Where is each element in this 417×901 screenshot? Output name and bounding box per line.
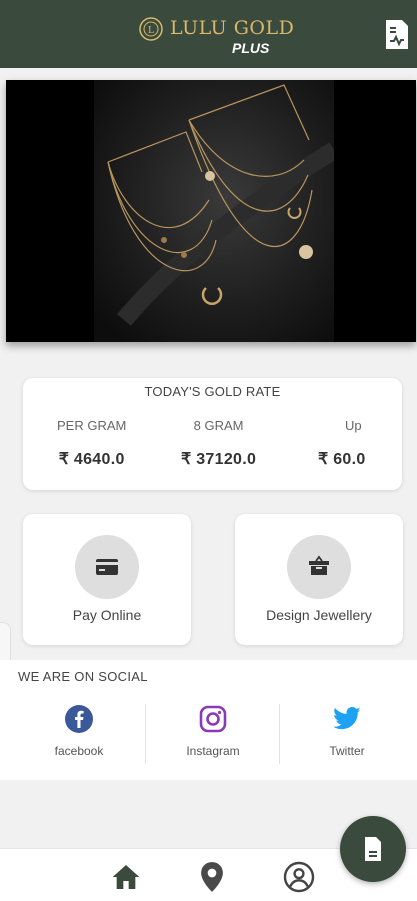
rate-per-gram: PER GRAM ₹ 4640.0 (57, 418, 126, 469)
instagram-icon (199, 705, 227, 733)
instagram-label: Instagram (186, 744, 240, 758)
location-icon[interactable] (198, 861, 226, 893)
document-icon[interactable] (384, 19, 410, 51)
brand-suffix: PLUS (232, 40, 270, 56)
rate-value: ₹ 4640.0 (58, 451, 125, 468)
box-icon (309, 555, 329, 575)
promo-banner[interactable] (6, 80, 416, 342)
svg-text:L: L (148, 26, 154, 36)
rate-value: ₹ 60.0 (318, 451, 366, 468)
brand-logo: L LULU GOLD PLUS (138, 14, 298, 60)
rate-label: Up (344, 418, 362, 433)
rate-change: Up ₹ 60.0 (318, 418, 366, 469)
necklace-photo (94, 80, 334, 342)
design-jewellery-label: Design Jewellery (266, 607, 372, 623)
gold-rate-card: TODAY'S GOLD RATE PER GRAM ₹ 4640.0 8 GR… (23, 378, 402, 490)
design-jewellery-icon-circle (287, 535, 351, 599)
logo-emblem-icon: L (139, 17, 163, 41)
rate-label: PER GRAM (57, 418, 127, 433)
design-jewellery-button[interactable]: Design Jewellery (235, 514, 403, 645)
home-icon[interactable] (110, 861, 142, 893)
rate-label: 8 GRAM (193, 418, 244, 433)
twitter-icon (333, 707, 361, 730)
social-section: WE ARE ON SOCIAL facebook Instagram Twit… (0, 660, 417, 780)
pay-online-button[interactable]: Pay Online (23, 514, 191, 645)
rate-8-gram: 8 GRAM ₹ 37120.0 (181, 418, 256, 469)
rate-value: ₹ 37120.0 (181, 451, 257, 468)
pay-online-label: Pay Online (72, 607, 142, 623)
facebook-icon (65, 705, 93, 733)
facebook-link[interactable]: facebook (12, 704, 146, 770)
pay-online-icon-circle (75, 535, 139, 599)
instagram-link[interactable]: Instagram (146, 704, 280, 770)
twitter-link[interactable]: Twitter (280, 704, 414, 770)
profile-icon[interactable] (283, 861, 315, 893)
app-header: L LULU GOLD PLUS (0, 0, 417, 68)
social-title: WE ARE ON SOCIAL (18, 669, 148, 684)
facebook-label: facebook (54, 744, 104, 758)
gold-rate-title: TODAY'S GOLD RATE (144, 384, 281, 399)
twitter-label: Twitter (329, 744, 365, 758)
brand-name: LULU GOLD (170, 17, 295, 39)
floating-document-button[interactable] (340, 816, 406, 882)
file-icon (365, 837, 381, 861)
card-icon (96, 559, 118, 575)
